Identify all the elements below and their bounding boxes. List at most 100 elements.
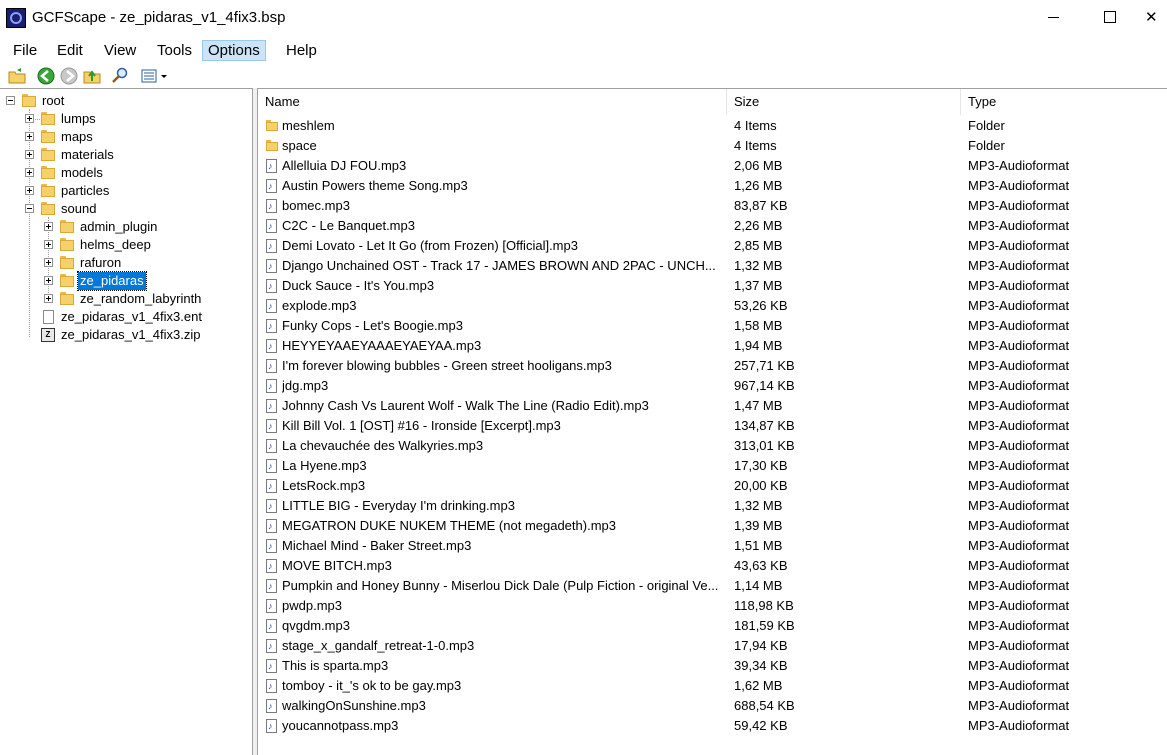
view-mode-icon[interactable] — [141, 67, 169, 85]
column-header-type[interactable]: Type — [961, 89, 1167, 115]
menu-file[interactable]: File — [8, 40, 42, 61]
item-type: MP3-Audioformat — [968, 718, 1070, 733]
list-item[interactable]: stage_x_gandalf_retreat-1-0.mp3 17,94 KB M… — [258, 636, 1167, 656]
menu-tools[interactable]: Tools — [152, 40, 197, 61]
tree-item-models[interactable]: models — [0, 164, 250, 182]
list-item[interactable]: space 4 Items Folder — [258, 136, 1167, 156]
list-item[interactable]: Allelluia DJ FOU.mp3 2,06 MB MP3-Audioform… — [258, 156, 1167, 176]
item-type: MP3-Audioformat — [968, 278, 1070, 293]
folder-icon — [60, 238, 74, 251]
item-size: 20,00 KB — [734, 478, 788, 493]
list-item[interactable]: explode.mp3 53,26 KB MP3-Audioformat — [258, 296, 1167, 316]
tree-item-ze-pidaras[interactable]: ze_pidaras — [0, 271, 250, 291]
tree-label: ze_pidaras_v1_4fix3.zip — [61, 327, 201, 342]
list-item[interactable]: La chevauchée des Walkyries.mp3 313,01 KB… — [258, 436, 1167, 456]
list-item[interactable]: Funky Cops - Let's Boogie.mp3 1,58 MB MP3-… — [258, 316, 1167, 336]
list-item[interactable]: tomboy - it_'s ok to be gay.mp3 1,62 MB MP… — [258, 676, 1167, 696]
list-item[interactable]: bomec.mp3 83,87 KB MP3-Audioformat — [258, 196, 1167, 216]
find-icon[interactable] — [111, 67, 129, 85]
column-header-size[interactable]: Size — [727, 89, 961, 115]
item-size: 4 Items — [734, 118, 777, 133]
item-name: Django Unchained OST - Track 17 - JAMES … — [282, 258, 716, 273]
tree-item-rafuron[interactable]: rafuron — [0, 254, 250, 272]
list-item[interactable]: HEYYEYAAEYAAAEYAEYAA.mp3 1,94 MB MP3-Audio… — [258, 336, 1167, 356]
list-item[interactable]: Johnny Cash Vs Laurent Wolf - Walk The L… — [258, 396, 1167, 416]
menu-help[interactable]: Help — [281, 40, 322, 61]
open-folder-icon[interactable] — [8, 67, 26, 85]
gcfscape-app-icon — [6, 8, 26, 28]
list-item[interactable]: I'm forever blowing bubbles - Green stre… — [258, 356, 1167, 376]
list-item[interactable]: La Hyene.mp3 17,30 KB MP3-Audioformat — [258, 456, 1167, 476]
list-item[interactable]: Kill Bill Vol. 1 [OST] #16 - Ironside [E… — [258, 416, 1167, 436]
folder-tree[interactable]: root lumps maps materials models particl… — [0, 88, 253, 755]
menu-edit[interactable]: Edit — [52, 40, 88, 61]
tree-item-root[interactable]: root — [0, 92, 250, 110]
list-item[interactable]: Michael Mind - Baker Street.mp3 1,51 MB MP… — [258, 536, 1167, 556]
list-item[interactable]: meshlem 4 Items Folder — [258, 116, 1167, 136]
collapse-icon[interactable] — [6, 96, 15, 105]
tree-item-particles[interactable]: particles — [0, 182, 250, 200]
audio-file-icon — [266, 176, 277, 196]
tree-item-ent-file[interactable]: ze_pidaras_v1_4fix3.ent — [0, 308, 250, 326]
expand-icon[interactable] — [25, 132, 34, 141]
menu-options[interactable]: Options — [202, 40, 266, 61]
tree-item-lumps[interactable]: lumps — [0, 110, 250, 128]
audio-file-icon — [266, 716, 277, 736]
back-icon[interactable] — [37, 67, 55, 85]
expand-icon[interactable] — [44, 240, 53, 249]
item-type: MP3-Audioformat — [968, 498, 1070, 513]
expand-icon[interactable] — [44, 276, 53, 285]
list-item[interactable]: Demi Lovato - Let It Go (from Frozen) [O… — [258, 236, 1167, 256]
list-item[interactable]: C2C - Le Banquet.mp3 2,26 MB MP3-Audioform… — [258, 216, 1167, 236]
file-list[interactable]: Name Size Type meshlem 4 Items Folder space… — [257, 88, 1167, 755]
expand-icon[interactable] — [25, 186, 34, 195]
list-item[interactable]: LetsRock.mp3 20,00 KB MP3-Audioformat — [258, 476, 1167, 496]
list-item[interactable]: jdg.mp3 967,14 KB MP3-Audioformat — [258, 376, 1167, 396]
audio-file-icon — [266, 516, 277, 536]
expand-icon[interactable] — [44, 294, 53, 303]
tree-item-maps[interactable]: maps — [0, 128, 250, 146]
item-name: explode.mp3 — [282, 298, 357, 313]
menu-view[interactable]: View — [99, 40, 141, 61]
item-size: 257,71 KB — [734, 358, 795, 373]
tree-item-admin-plugin[interactable]: admin_plugin — [0, 218, 250, 236]
expand-icon[interactable] — [25, 114, 34, 123]
up-folder-icon[interactable] — [83, 67, 101, 85]
item-name: Allelluia DJ FOU.mp3 — [282, 158, 407, 173]
list-item[interactable]: Pumpkin and Honey Bunny - Miserlou Dick … — [258, 576, 1167, 596]
tree-item-ze-random-labyrinth[interactable]: ze_random_labyrinth — [0, 290, 250, 308]
tree-item-materials[interactable]: materials — [0, 146, 250, 164]
tree-item-helms-deep[interactable]: helms_deep — [0, 236, 250, 254]
list-item[interactable]: youcannotpass.mp3 59,42 KB MP3-Audioformat — [258, 716, 1167, 736]
maximize-button[interactable] — [1087, 0, 1133, 34]
list-item[interactable]: walkingOnSunshine.mp3 688,54 KB MP3-Audiof… — [258, 696, 1167, 716]
expand-icon[interactable] — [44, 258, 53, 267]
item-size: 17,30 KB — [734, 458, 788, 473]
minimize-icon — [1047, 16, 1059, 18]
item-name: Kill Bill Vol. 1 [OST] #16 - Ironside [E… — [282, 418, 561, 433]
list-item[interactable]: This is sparta.mp3 39,34 KB MP3-Audioforma… — [258, 656, 1167, 676]
forward-icon[interactable] — [60, 67, 78, 85]
item-name: tomboy - it_'s ok to be gay.mp3 — [282, 678, 462, 693]
list-item[interactable]: Austin Powers theme Song.mp3 1,26 MB MP3-A… — [258, 176, 1167, 196]
item-size: 1,39 MB — [734, 518, 783, 533]
collapse-icon[interactable] — [25, 204, 34, 213]
list-item[interactable]: Duck Sauce - It's You.mp3 1,37 MB MP3-Audi… — [258, 276, 1167, 296]
expand-icon[interactable] — [25, 168, 34, 177]
list-item[interactable]: MEGATRON DUKE NUKEM THEME (not megadeth)… — [258, 516, 1167, 536]
list-item[interactable]: pwdp.mp3 118,98 KB MP3-Audioformat — [258, 596, 1167, 616]
tree-item-sound[interactable]: sound — [0, 200, 250, 218]
list-item[interactable]: qvgdm.mp3 181,59 KB MP3-Audioformat — [258, 616, 1167, 636]
close-button[interactable]: ✕ — [1145, 0, 1167, 34]
expand-icon[interactable] — [44, 222, 53, 231]
list-item[interactable]: MOVE BITCH.mp3 43,63 KB MP3-Audioformat — [258, 556, 1167, 576]
list-item[interactable]: Django Unchained OST - Track 17 - JAMES … — [258, 256, 1167, 276]
list-item[interactable]: LITTLE BIG - Everyday I'm drinking.mp3 1,… — [258, 496, 1167, 516]
item-size: 4 Items — [734, 138, 777, 153]
tree-item-zip-file[interactable]: Z ze_pidaras_v1_4fix3.zip — [0, 326, 250, 344]
tree-label: root — [42, 93, 65, 108]
expand-icon[interactable] — [25, 150, 34, 159]
item-name: meshlem — [282, 118, 335, 133]
minimize-button[interactable] — [1030, 0, 1076, 34]
column-header-name[interactable]: Name — [258, 89, 727, 115]
